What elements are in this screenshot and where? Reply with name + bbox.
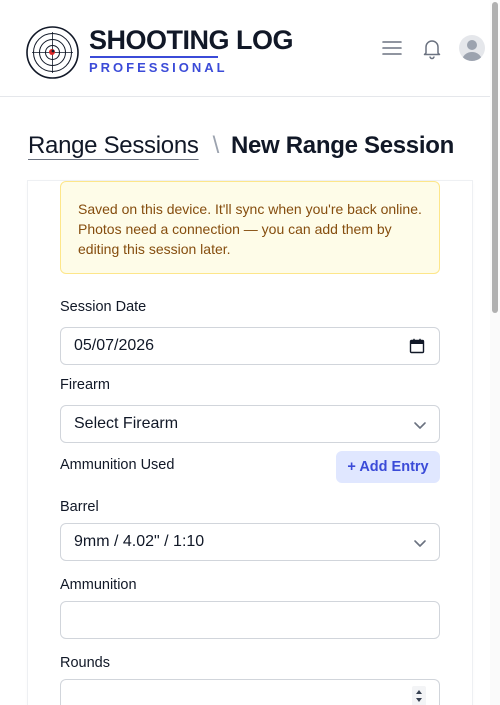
scrollbar-thumb[interactable] <box>492 2 498 313</box>
rounds-label: Rounds <box>60 655 110 671</box>
rounds-input[interactable] <box>60 679 440 705</box>
ammunition-input[interactable] <box>60 601 440 639</box>
session-date-label: Session Date <box>60 299 147 315</box>
user-avatar-icon <box>462 40 482 61</box>
add-entry-button[interactable]: + Add Entry <box>336 451 440 483</box>
breadcrumb-separator: \ <box>212 132 220 159</box>
breadcrumb-range-sessions-link[interactable]: Range Sessions <box>28 132 199 159</box>
barrel-select[interactable]: 9mm / 4.02" / 1:10 <box>60 523 440 561</box>
chevron-down-icon <box>414 422 426 429</box>
brand-subtitle: PROFESSIONAL <box>89 60 228 75</box>
app-header: SHOOTING LOG PROFESSIONAL <box>0 0 500 97</box>
brand-title: SHOOTING LOG <box>89 25 294 55</box>
avatar[interactable] <box>459 35 485 61</box>
calendar-icon[interactable] <box>409 338 425 354</box>
firearm-select[interactable]: Select Firearm <box>60 405 440 443</box>
session-date-input[interactable]: 05/07/2026 <box>60 327 440 365</box>
menu-icon[interactable] <box>380 36 404 60</box>
barrel-label: Barrel <box>60 499 99 515</box>
barrel-selected-value: 9mm / 4.02" / 1:10 <box>74 533 205 550</box>
ammunition-label: Ammunition <box>60 577 137 593</box>
offline-save-alert: Saved on this device. It'll sync when yo… <box>60 181 440 274</box>
session-date-value: 05/07/2026 <box>74 337 155 354</box>
ammunition-used-label: Ammunition Used <box>60 457 175 473</box>
firearm-label: Firearm <box>60 377 110 393</box>
number-stepper-icon[interactable] <box>412 686 426 705</box>
bell-icon[interactable] <box>420 36 444 60</box>
chevron-down-icon <box>414 540 426 547</box>
page-title: New Range Session <box>230 132 454 159</box>
target-logo-icon[interactable] <box>26 26 79 79</box>
brand-underline <box>90 56 218 58</box>
firearm-selected-value: Select Firearm <box>74 415 179 432</box>
breadcrumb: Range Sessions \ New Range Session <box>28 130 454 164</box>
